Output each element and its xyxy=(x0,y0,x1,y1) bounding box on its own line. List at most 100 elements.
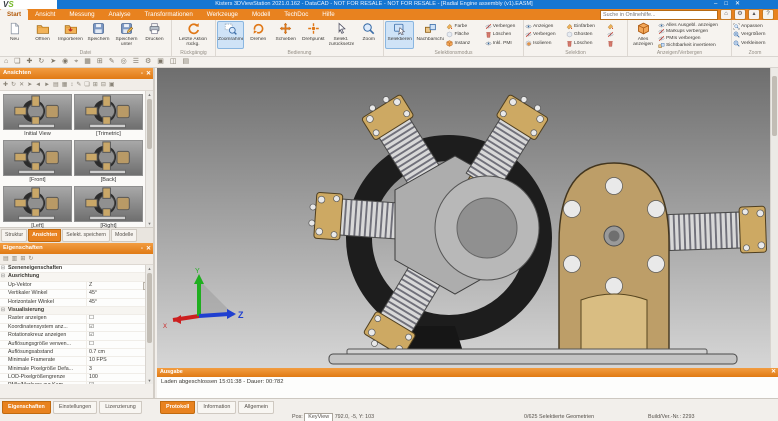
property-checkbox[interactable]: ☑ xyxy=(86,332,153,339)
selection-delete-all-button[interactable] xyxy=(607,39,621,48)
property-row[interactable]: Minimale Pixelgröße Defa...3 xyxy=(0,366,153,374)
print-button[interactable]: Drucken xyxy=(141,21,168,49)
property-row[interactable]: Minimale Framerate10 FPS xyxy=(0,357,153,365)
property-group[interactable]: ⊟Visualisierung xyxy=(0,307,153,315)
mode-delete-button[interactable]: Löschen xyxy=(485,31,522,40)
close-icon[interactable]: ✕ xyxy=(146,69,151,80)
selection-show-button[interactable]: Anzeigen xyxy=(525,22,565,31)
selection-color-button[interactable]: Einfärben xyxy=(566,22,606,31)
hide-pmis-button[interactable]: PMIs verbergen xyxy=(658,35,730,42)
import-button[interactable]: Importieren xyxy=(57,21,84,49)
scroll-up-icon[interactable]: ▲ xyxy=(146,265,153,272)
property-value[interactable]: 45° xyxy=(86,290,153,297)
property-row[interactable]: Auflösungsgröße verwen...☐ xyxy=(0,341,153,349)
expand-all-icon[interactable]: ⊞ xyxy=(93,80,98,90)
property-group[interactable]: ⊟Ausrichtung xyxy=(0,273,153,281)
tab-modell[interactable]: Modell xyxy=(245,9,277,20)
target-icon[interactable]: ⌖ xyxy=(74,57,78,67)
property-value[interactable]: 100 xyxy=(86,374,153,381)
property-row[interactable]: Raster anzeigen☐ xyxy=(0,315,153,323)
pin-icon[interactable]: ▫ xyxy=(141,69,143,80)
alphabetical-icon[interactable]: ▥ xyxy=(12,254,18,264)
scrollbar-thumb[interactable] xyxy=(772,76,777,136)
property-row[interactable]: Up-VektorZ▾ xyxy=(0,282,153,290)
new-button[interactable]: Neu xyxy=(1,21,28,49)
next-view-icon[interactable]: ► xyxy=(44,80,50,90)
view-thumbnail[interactable]: [Front] xyxy=(2,139,73,185)
selection-isolate-button[interactable]: Isolieren xyxy=(525,39,565,48)
view-thumbnail[interactable]: Initial View xyxy=(2,93,73,139)
gear-icon[interactable]: ⚙ xyxy=(734,9,746,20)
scrollbar-thumb[interactable] xyxy=(147,273,152,343)
invert-visibility-button[interactable]: Sichtbarkeit invertieren xyxy=(658,42,730,49)
mode-incl-pmi-button[interactable]: Inkl. PMI xyxy=(485,39,522,48)
tab-transformationen[interactable]: Transformationen xyxy=(138,9,200,20)
view-thumbnail[interactable]: [Left] xyxy=(2,185,73,231)
mode-hide-button[interactable]: Verbergen xyxy=(485,22,522,31)
zoom-fit-button[interactable]: Anpassen xyxy=(733,22,777,31)
collapse-all-icon[interactable]: ⊟ xyxy=(101,80,106,90)
rotate-view-icon[interactable]: ↻ xyxy=(38,57,44,67)
select-color-button[interactable]: Farbe xyxy=(446,22,483,31)
views-scrollbar[interactable]: ▲ ▼ xyxy=(145,91,153,227)
help-search-input[interactable] xyxy=(600,10,718,20)
play-icon[interactable]: ➤ xyxy=(50,57,56,67)
fit-all-icon[interactable]: ❏ xyxy=(14,57,20,67)
select-face-button[interactable]: Fläche xyxy=(446,31,483,40)
zoom-button[interactable]: Zoom xyxy=(356,21,383,49)
scroll-up-icon[interactable]: ▲ xyxy=(146,91,153,98)
viewport-3d[interactable]: Y Z X xyxy=(157,68,771,368)
close-button[interactable]: ✕ xyxy=(735,0,740,9)
minimize-button[interactable]: – xyxy=(714,0,717,9)
property-checkbox[interactable]: ☑ xyxy=(86,382,153,384)
property-row[interactable]: Rotationskreuz anzeigen☑ xyxy=(0,332,153,340)
update-view-icon[interactable]: ↻ xyxy=(11,80,16,90)
selection-delete-button[interactable]: Löschen xyxy=(566,39,606,48)
open-button[interactable]: Öffnen xyxy=(29,21,56,49)
view-thumbnail[interactable]: [Back] xyxy=(73,139,144,185)
undo-button[interactable]: Letzte Aktion rückg. xyxy=(173,21,213,49)
settings-icon[interactable]: ⚙ xyxy=(145,57,151,67)
viewport-scrollbar[interactable] xyxy=(770,68,778,368)
tab-techdoc[interactable]: TechDoc xyxy=(277,9,315,20)
copy-view-icon[interactable]: ❏ xyxy=(84,80,89,90)
pivot-button[interactable]: Drehpunkt xyxy=(300,21,327,49)
list-mode-icon[interactable]: ▤ xyxy=(53,80,59,90)
reset-selection-button[interactable]: Selekt. zurücksetzen xyxy=(328,21,355,49)
selection-paint-all-button[interactable] xyxy=(607,22,621,31)
sort-views-icon[interactable]: ↕ xyxy=(70,80,73,90)
maximize-button[interactable]: □ xyxy=(724,0,728,9)
record-icon[interactable]: ◉ xyxy=(62,57,68,67)
help-icon[interactable]: ? xyxy=(762,9,774,20)
properties-scrollbar[interactable]: ▲ ▼ xyxy=(145,265,153,384)
selection-ghost-button[interactable]: Ghosten xyxy=(566,31,606,40)
property-value[interactable]: 0.7 cm xyxy=(86,349,153,356)
selection-hide-button[interactable]: Verbergen xyxy=(525,31,565,40)
expand-icon[interactable]: ⊞ xyxy=(97,57,103,67)
tab-start[interactable]: Start xyxy=(0,9,28,20)
collapse-ribbon-icon[interactable]: ▴ xyxy=(748,9,760,20)
tab-messung[interactable]: Messung xyxy=(62,9,101,20)
menu-icon[interactable]: ☰ xyxy=(133,57,139,67)
thumb-mode-icon[interactable]: ▦ xyxy=(62,80,68,90)
property-row[interactable]: PMIs/Markups zur Kam...☑ xyxy=(0,382,153,384)
home-icon[interactable]: ⌂ xyxy=(4,57,8,67)
edit-icon[interactable]: ✎ xyxy=(109,57,115,67)
pin-icon[interactable]: ▫ xyxy=(141,244,143,255)
hide-markups-button[interactable]: Markups verbergen xyxy=(658,29,730,36)
focus-icon[interactable]: ◎ xyxy=(121,57,127,67)
selection-hide-all-button[interactable] xyxy=(607,31,621,40)
add-view-icon[interactable]: ✚ xyxy=(3,80,8,90)
property-value[interactable]: 45° xyxy=(86,299,153,306)
select-instance-button[interactable]: Instanz xyxy=(446,39,483,48)
property-checkbox[interactable]: ☐ xyxy=(86,341,153,348)
snapshot-view-icon[interactable]: ▣ xyxy=(109,80,115,90)
tab-analyse[interactable]: Analyse xyxy=(102,9,138,20)
tab-werkzeuge[interactable]: Werkzeuge xyxy=(200,9,245,20)
play-views-icon[interactable]: ➤ xyxy=(27,80,32,90)
property-row[interactable]: Horizontaler Winkel45° xyxy=(0,299,153,307)
rotate-button[interactable]: Drehen xyxy=(245,21,272,49)
scroll-down-icon[interactable]: ▼ xyxy=(146,377,153,384)
tab-hilfe[interactable]: Hilfe xyxy=(315,9,341,20)
show-all-button[interactable]: Alles anzeigen xyxy=(629,21,657,49)
